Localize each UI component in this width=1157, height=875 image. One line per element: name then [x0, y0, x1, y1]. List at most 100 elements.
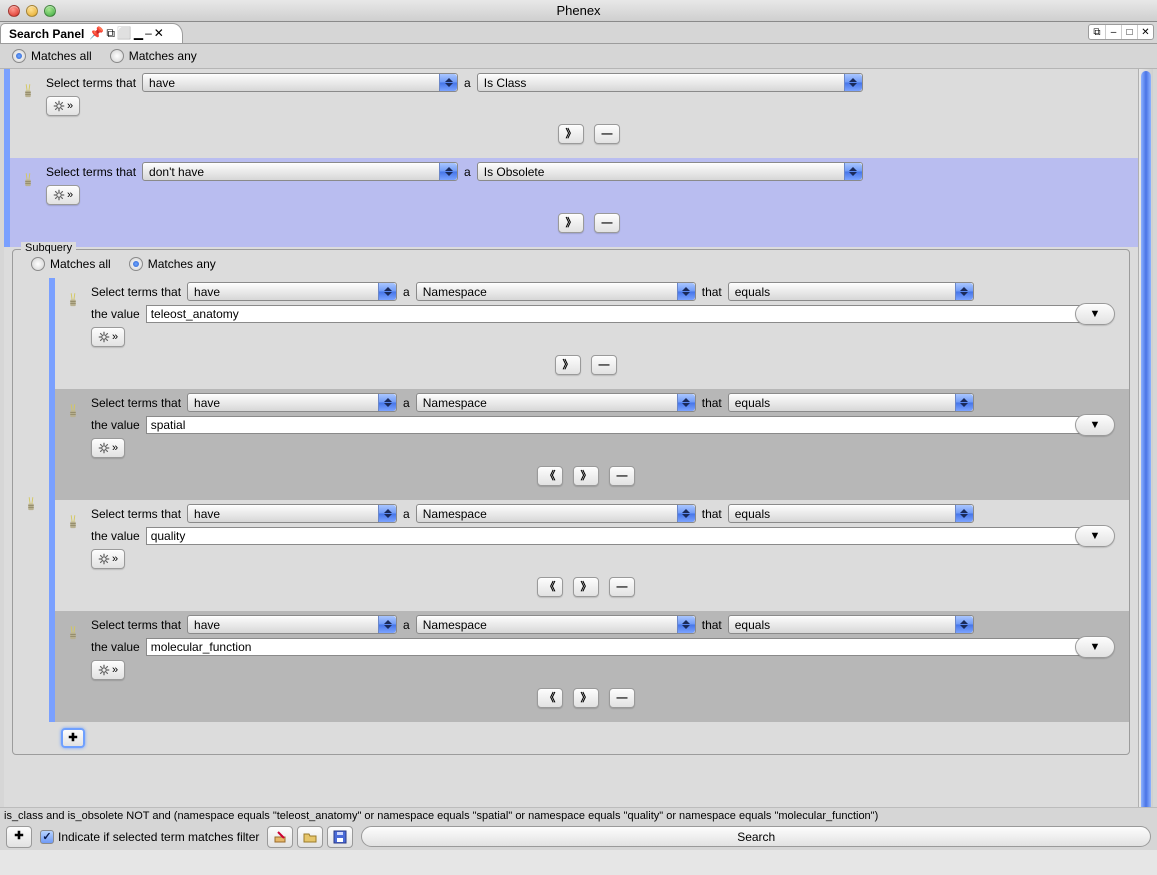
select-terms-label: Select terms that: [91, 618, 181, 632]
panel-restore-icon[interactable]: □: [1121, 25, 1137, 39]
scrollbar-thumb[interactable]: [1141, 71, 1151, 831]
window-titlebar: Phenex: [0, 0, 1157, 22]
chevron-updown-icon: [955, 616, 973, 633]
verb-combo[interactable]: don't have: [142, 162, 458, 181]
chevron-updown-icon: [955, 394, 973, 411]
a-label: a: [403, 396, 410, 410]
the-value-label: the value: [91, 418, 140, 432]
subquery-row: Select terms thathaveaNamespacethatequal…: [49, 500, 1129, 611]
value-input[interactable]: [146, 638, 1081, 656]
chevron-updown-icon: [378, 283, 396, 300]
add-button[interactable]: ✚: [6, 826, 32, 848]
query-row: Select terms that don't have a Is Obsole…: [4, 158, 1138, 247]
add-subquery-button[interactable]: ✚: [61, 728, 85, 748]
gear-menu-button[interactable]: »: [91, 549, 125, 569]
floppy-disk-icon: [333, 830, 347, 844]
chevron-updown-icon: [677, 616, 695, 633]
remove-row-button[interactable]: —: [594, 213, 620, 233]
that-label: that: [702, 507, 722, 521]
chevron-updown-icon: [378, 505, 396, 522]
chevron-updown-icon: [677, 283, 695, 300]
indicate-filter-checkbox[interactable]: Indicate if selected term matches filter: [40, 830, 259, 844]
expand-button[interactable]: ▼: [1075, 525, 1115, 547]
select-terms-label: Select terms that: [91, 507, 181, 521]
tab-close-icon[interactable]: –: [145, 26, 152, 41]
chevron-updown-icon: [439, 163, 457, 180]
indent-right-button[interactable]: 》: [573, 688, 599, 708]
select-terms-label: Select terms that: [91, 396, 181, 410]
comparator-combo[interactable]: equals: [728, 393, 974, 412]
that-label: that: [702, 285, 722, 299]
a-label: a: [464, 165, 471, 179]
expand-button[interactable]: ▼: [1075, 636, 1115, 658]
vertical-scrollbar[interactable]: [1138, 69, 1153, 826]
indent-right-button[interactable]: 》: [558, 213, 584, 233]
gear-menu-button[interactable]: »: [91, 660, 125, 680]
remove-row-button[interactable]: —: [609, 577, 635, 597]
subquery-legend: Subquery: [21, 242, 76, 254]
indent-left-button[interactable]: 《: [537, 688, 563, 708]
verb-combo[interactable]: have: [187, 282, 397, 301]
gear-menu-button[interactable]: »: [91, 438, 125, 458]
sub-matches-any-radio[interactable]: Matches any: [129, 257, 216, 271]
verb-combo[interactable]: have: [187, 615, 397, 634]
attribute-combo[interactable]: Is Obsolete: [477, 162, 863, 181]
attribute-combo[interactable]: Namespace: [416, 504, 696, 523]
chevron-updown-icon: [677, 394, 695, 411]
expand-button[interactable]: ▼: [1075, 303, 1115, 325]
clear-button[interactable]: [267, 826, 293, 848]
gear-menu-button[interactable]: »: [46, 96, 80, 116]
expand-button[interactable]: ▼: [1075, 414, 1115, 436]
chevron-updown-icon: [677, 505, 695, 522]
subquery-row: Select terms thathaveaNamespacethatequal…: [49, 389, 1129, 500]
panel-detach-icon[interactable]: ⧉: [1089, 25, 1105, 39]
verb-combo[interactable]: have: [187, 393, 397, 412]
indent-right-button[interactable]: 》: [558, 124, 584, 144]
bulb-icon: [17, 162, 39, 190]
matches-any-radio[interactable]: Matches any: [110, 49, 197, 63]
search-button[interactable]: Search: [361, 826, 1151, 847]
that-label: that: [702, 618, 722, 632]
value-input[interactable]: [146, 416, 1081, 434]
indent-right-button[interactable]: 》: [573, 466, 599, 486]
gear-menu-button[interactable]: »: [46, 185, 80, 205]
remove-row-button[interactable]: —: [609, 466, 635, 486]
value-input[interactable]: [146, 305, 1081, 323]
matches-all-radio[interactable]: Matches all: [12, 49, 92, 63]
save-button[interactable]: [327, 826, 353, 848]
tab-x-icon[interactable]: ✕: [154, 26, 164, 41]
attribute-combo[interactable]: Is Class: [477, 73, 863, 92]
the-value-label: the value: [91, 529, 140, 543]
panel-minimize-icon[interactable]: –: [1105, 25, 1121, 39]
verb-combo[interactable]: have: [142, 73, 458, 92]
tab-min-icon[interactable]: ▁: [134, 26, 143, 41]
bottom-toolbar: ✚ Indicate if selected term matches filt…: [0, 823, 1157, 850]
subquery-match-mode: Matches all Matches any: [13, 250, 1129, 278]
comparator-combo[interactable]: equals: [728, 615, 974, 634]
attribute-combo[interactable]: Namespace: [416, 393, 696, 412]
attribute-combo[interactable]: Namespace: [416, 615, 696, 634]
value-input[interactable]: [146, 527, 1081, 545]
indent-right-button[interactable]: 》: [555, 355, 581, 375]
indent-left-button[interactable]: 《: [537, 577, 563, 597]
remove-row-button[interactable]: —: [594, 124, 620, 144]
indent-right-button[interactable]: 》: [573, 577, 599, 597]
attribute-combo[interactable]: Namespace: [416, 282, 696, 301]
sub-matches-all-radio[interactable]: Matches all: [31, 257, 111, 271]
comparator-combo[interactable]: equals: [728, 504, 974, 523]
remove-row-button[interactable]: —: [609, 688, 635, 708]
panel-close-icon[interactable]: ✕: [1137, 25, 1153, 39]
chevron-updown-icon: [844, 74, 862, 91]
remove-row-button[interactable]: —: [591, 355, 617, 375]
search-panel-tab[interactable]: Search Panel 📌 ⧉ ⬜ ▁ – ✕: [0, 23, 183, 43]
verb-combo[interactable]: have: [187, 504, 397, 523]
open-button[interactable]: [297, 826, 323, 848]
tab-detach-icon[interactable]: ⧉: [106, 26, 115, 41]
tab-pin-icon[interactable]: 📌: [89, 26, 104, 41]
tab-max-icon[interactable]: ⬜: [117, 26, 132, 41]
gear-menu-button[interactable]: »: [91, 327, 125, 347]
comparator-combo[interactable]: equals: [728, 282, 974, 301]
chevron-updown-icon: [955, 283, 973, 300]
the-value-label: the value: [91, 307, 140, 321]
indent-left-button[interactable]: 《: [537, 466, 563, 486]
